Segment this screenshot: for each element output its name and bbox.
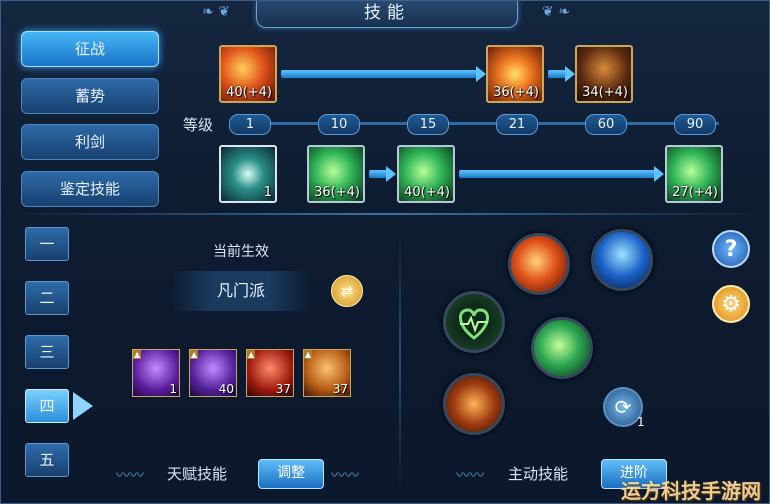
- level-marker: 60: [585, 114, 627, 135]
- green-rage-skill-icon[interactable]: 27(+4): [665, 145, 723, 203]
- rank-tag: ▲: [247, 350, 256, 359]
- level-track: [231, 122, 719, 125]
- muscle-orb-icon[interactable]: [591, 229, 653, 291]
- fire-slash-skill-icon[interactable]: 40(+4): [219, 45, 277, 103]
- level-marker: 10: [318, 114, 360, 135]
- section-divider: [1, 213, 769, 215]
- faction-name: 凡门派: [171, 271, 311, 311]
- ornament-swirl-icon: 〰〰: [456, 468, 484, 484]
- talent-page-3[interactable]: 三: [25, 335, 69, 369]
- tab-lijian[interactable]: 利剑: [21, 124, 159, 160]
- watermark: 运方科技手游网: [621, 479, 761, 503]
- green-strike-skill-icon[interactable]: 36(+4): [307, 145, 365, 203]
- title-ornament-left: ❧ ❦: [202, 4, 230, 20]
- refresh-icon: ⟳: [614, 395, 632, 419]
- tab-zhengzhan[interactable]: 征战: [21, 31, 159, 67]
- fist-skill-icon[interactable]: 1: [219, 145, 277, 203]
- heart-pulse-glyph: [459, 308, 489, 340]
- talent-skills-label: 天赋技能: [167, 465, 228, 483]
- talent-level: 40: [218, 382, 234, 396]
- talent-level: 37: [275, 382, 291, 396]
- ornament-swirl-icon: 〰〰: [331, 468, 359, 484]
- title-ornament-right: ❦ ❧: [542, 4, 570, 20]
- skills-window: ❧ ❦ 技能 ❦ ❧ 征战 蓄势 利剑 鉴定技能 40(+4) 36(+4) 3…: [0, 0, 770, 504]
- tab-appraise-skill[interactable]: 鉴定技能: [21, 171, 159, 207]
- tree-arrow: [548, 66, 575, 82]
- gear-icon: ⚙: [721, 292, 741, 317]
- swap-icon: ⇄: [340, 282, 354, 300]
- heart-pulse-orb-icon[interactable]: [443, 291, 505, 353]
- tab-xushi[interactable]: 蓄势: [21, 78, 159, 114]
- talent-page-5[interactable]: 五: [25, 443, 69, 477]
- tree-arrow: [281, 66, 486, 82]
- level-marker: 1: [229, 114, 271, 135]
- talent-page-1[interactable]: 一: [25, 227, 69, 261]
- skill-level: 27(+4): [672, 185, 718, 200]
- talent-page-2[interactable]: 二: [25, 281, 69, 315]
- selected-page-pointer: [73, 392, 93, 420]
- tree-arrow: [459, 166, 664, 182]
- talent-level: 1: [169, 382, 177, 396]
- skill-level: 36(+4): [314, 185, 360, 200]
- flame-burst-skill-icon[interactable]: 36(+4): [486, 45, 544, 103]
- help-button[interactable]: ?: [712, 230, 750, 268]
- ornament-swirl-icon: 〰〰: [116, 468, 144, 484]
- panel-divider: [399, 223, 401, 493]
- fire-slash-orb-icon[interactable]: [508, 233, 570, 295]
- red-warrior-talent-icon[interactable]: ▲ 37: [246, 349, 294, 397]
- skill-level: 34(+4): [582, 85, 628, 100]
- settings-button[interactable]: ⚙: [712, 285, 750, 323]
- level-label: 等级: [183, 116, 214, 134]
- archer-skill-icon[interactable]: 34(+4): [575, 45, 633, 103]
- green-power-skill-icon[interactable]: 40(+4): [397, 145, 455, 203]
- rank-tag: ▲: [133, 350, 142, 359]
- level-marker: 15: [407, 114, 449, 135]
- lava-hand-orb-icon[interactable]: [443, 373, 505, 435]
- purple-bow-talent-icon[interactable]: ▲ 1: [132, 349, 180, 397]
- level-marker: 21: [496, 114, 538, 135]
- rank-tag: ▲: [190, 350, 199, 359]
- skill-level: 40(+4): [404, 185, 450, 200]
- skill-level: 36(+4): [493, 85, 539, 100]
- window-title: 技能: [256, 1, 518, 28]
- talent-page-4[interactable]: 四: [25, 389, 69, 423]
- level-marker: 90: [674, 114, 716, 135]
- switch-faction-button[interactable]: ⇄: [331, 275, 363, 307]
- green-power-orb-icon[interactable]: [531, 317, 593, 379]
- purple-dash-talent-icon[interactable]: ▲ 40: [189, 349, 237, 397]
- adjust-button[interactable]: 调整: [258, 459, 324, 489]
- rank-tag: ▲: [304, 350, 313, 359]
- active-skills-label: 主动技能: [508, 465, 569, 483]
- talent-level: 37: [332, 382, 348, 396]
- skill-level: 1: [263, 185, 272, 200]
- orange-archer-talent-icon[interactable]: ▲ 37: [303, 349, 351, 397]
- tree-arrow: [369, 166, 396, 182]
- cycle-count: 1: [637, 415, 645, 429]
- skill-level: 40(+4): [226, 85, 272, 100]
- current-effect-label: 当前生效: [213, 244, 269, 260]
